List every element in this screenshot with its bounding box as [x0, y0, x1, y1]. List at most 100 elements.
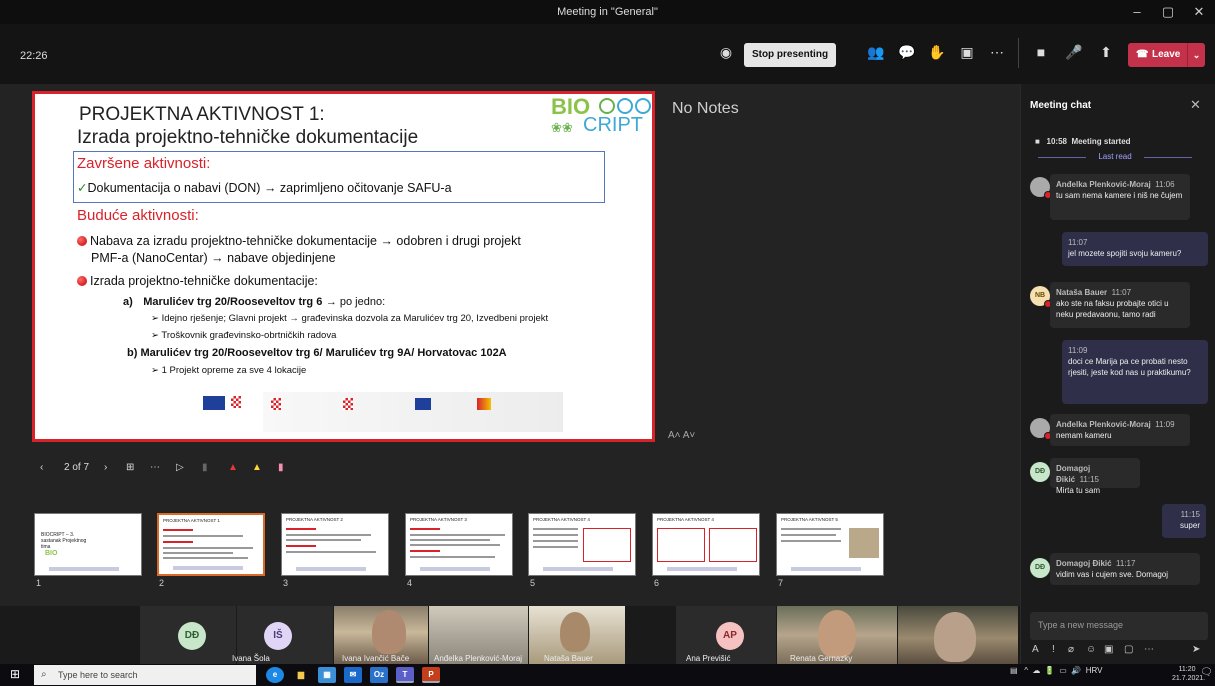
notification-icon[interactable]: 🗨 [1200, 667, 1213, 678]
participants-icon[interactable]: 👥 [864, 40, 888, 64]
slide-title-line2: Izrada projektno-tehničke dokumentacije [77, 127, 419, 148]
reactions-icon[interactable]: ✋ [925, 40, 949, 64]
slide-thumbnail-number: 5 [530, 578, 536, 588]
red-pen-icon[interactable]: ▲ [228, 458, 238, 478]
chat-compose-tools: A ! ⌀ ☺ ▣ ▢ ⋯ ➤ [1030, 644, 1208, 658]
chat-message-own[interactable]: 11:07 jel mozete spojiti svoju kameru? [1062, 232, 1208, 266]
minimize-icon[interactable]: – [1122, 0, 1152, 24]
leave-button[interactable]: ☎ Leave ⌄ [1128, 43, 1205, 67]
file-explorer-icon[interactable]: ▆ [292, 667, 310, 683]
croatia-crest-icon [231, 396, 241, 408]
grid-view-icon[interactable]: ⊞ [126, 458, 134, 478]
gif-icon[interactable]: ▣ [1104, 644, 1113, 655]
person-silhouette [818, 610, 856, 658]
avatar: DĐ [1030, 462, 1050, 482]
close-icon[interactable]: ✕ [1190, 97, 1201, 113]
stop-presenting-button[interactable]: Stop presenting [744, 43, 836, 67]
font-size-controls[interactable]: A˄ A˅ [668, 430, 695, 441]
more-options-icon[interactable]: ⋯ [1144, 644, 1154, 655]
sticker-icon[interactable]: ▢ [1124, 644, 1133, 655]
logo-circle-icon [635, 98, 651, 114]
chat-message[interactable]: Anđelka Plenković-Moraj 11:09 nemam kamer… [1050, 414, 1190, 446]
share-screen-icon[interactable]: ⬆ [1094, 40, 1118, 64]
slide-thumbnail[interactable]: PROJEKTNA AKTIVNOST 4 [528, 513, 636, 576]
microphone-icon[interactable]: 🎤 [1062, 40, 1086, 64]
message-author: Nataša Bauer 11:07 [1056, 288, 1132, 297]
logo-circle-icon [617, 98, 633, 114]
chevron-down-icon[interactable]: ⌄ [1187, 43, 1205, 67]
window-title: Meeting in "General" [557, 6, 658, 18]
logo-circle-icon [599, 98, 615, 114]
participant-name: Nataša Bauer [544, 654, 593, 663]
camera-icon[interactable]: ■ [1029, 40, 1053, 64]
taskbar-search[interactable]: ⌕ Type here to search [34, 665, 256, 685]
slide-thumbnail-selected[interactable]: PROJEKTNA AKTIVNOST 1 [157, 513, 265, 576]
pen-icon[interactable]: ▮ [202, 458, 208, 478]
future-item-1-cont: PMF-a (NanoCentar) → nabave objedinjene [91, 251, 336, 265]
previous-slide-icon[interactable]: ‹ [40, 458, 43, 478]
keyboard-icon: ▤ [1010, 666, 1018, 675]
close-window-icon[interactable]: ✕ [1184, 0, 1214, 24]
more-options-icon[interactable]: ⋯ [150, 458, 160, 478]
emoji-icon[interactable]: ☺ [1086, 644, 1096, 655]
slide-thumbnail[interactable]: PROJEKTNA AKTIVNOST 3 [405, 513, 513, 576]
chat-message[interactable]: Domagoj Đikić 11:15 Mirta tu sam [1050, 458, 1140, 495]
teams-icon[interactable]: T [396, 667, 414, 683]
eu-flag-icon [203, 396, 225, 410]
slide-thumbnail-number: 7 [778, 578, 784, 588]
windows-start-icon[interactable]: ⊞ [10, 667, 20, 681]
important-icon[interactable]: ! [1052, 644, 1055, 655]
next-slide-icon[interactable]: › [104, 458, 107, 478]
check-icon: ✓ [77, 181, 88, 195]
more-actions-icon[interactable]: ⋯ [985, 40, 1009, 64]
eraser-icon[interactable]: ▮ [278, 458, 284, 478]
participant-name: Anđelka Plenković-Moraj [434, 654, 523, 663]
system-tray[interactable]: ▤ ^ ☁ 🔋 ▭ 🔊 HRV [1010, 666, 1102, 675]
format-icon[interactable]: A [1032, 644, 1039, 655]
chat-message-own[interactable]: 11:15 super [1162, 504, 1206, 538]
mail-icon[interactable]: ✉ [344, 667, 362, 683]
chat-message-own[interactable]: 11:09 doci ce Marija pa ce probati nesto … [1062, 340, 1208, 404]
slide-thumbnail-number: 3 [283, 578, 289, 588]
chat-message[interactable]: Domagoj Đikić 11:17 vidim vas i cujem sve… [1050, 553, 1200, 585]
slide-thumbnail[interactable]: BIOCRIPT – 3. sastanak Projektnog tima B… [34, 513, 142, 576]
edge-icon[interactable]: e [266, 667, 284, 683]
slide-thumbnail[interactable]: PROJEKTNA AKTIVNOST 5 [776, 513, 884, 576]
laser-pointer-icon[interactable]: ▷ [176, 458, 184, 478]
person-silhouette [934, 612, 976, 662]
photo-thumbnail [849, 528, 879, 558]
sub-item-b: b) Marulićev trg 20/Rooseveltov trg 6/ M… [127, 347, 507, 359]
slide-thumbnail[interactable]: PROJEKTNA AKTIVNOST 4 [652, 513, 760, 576]
chat-message[interactable]: Anđelka Plenković-Moraj 11:06 tu sam nema… [1050, 174, 1190, 220]
red-bullet-icon [77, 236, 87, 246]
slide-thumbnail[interactable]: PROJEKTNA AKTIVNOST 2 [281, 513, 389, 576]
chat-message[interactable]: Nataša Bauer 11:07 ako ste na faksu proba… [1050, 282, 1190, 328]
person-silhouette [372, 610, 406, 654]
slide-counter: 2 of 7 [64, 462, 90, 473]
rooms-icon[interactable]: ▣ [955, 40, 979, 64]
participant-name: Renata Gernazky [790, 654, 853, 663]
croatia-crest-icon [271, 398, 281, 410]
message-author: Domagoj Đikić 11:17 [1056, 559, 1136, 568]
leave-label: Leave [1152, 49, 1181, 60]
taskbar-clock[interactable]: 11:20 21.7.2021. [1172, 665, 1205, 683]
participant-name: Ivana Ivančić Bače [342, 654, 410, 663]
chat-icon[interactable]: 💬 [895, 40, 919, 64]
maximize-icon[interactable]: ▢ [1153, 0, 1183, 24]
powerpoint-icon[interactable]: P [422, 667, 440, 683]
avatar: DĐ [1030, 558, 1050, 578]
avatar: DĐ [178, 622, 206, 650]
avatar: NB [1030, 286, 1052, 308]
slide-thumbnail-number: 6 [654, 578, 660, 588]
store-icon[interactable]: ▦ [318, 667, 336, 683]
phone-hangup-icon: ☎ [1136, 49, 1149, 60]
chat-message-input[interactable]: Type a new message [1030, 612, 1208, 640]
broadcast-icon[interactable]: ◉ [714, 40, 738, 64]
attach-icon[interactable]: ⌀ [1068, 644, 1074, 655]
highlighter-icon[interactable]: ▲ [252, 458, 262, 478]
outlook-icon[interactable]: Oz [370, 667, 388, 683]
sub-item-a: a) Marulićev trg 20/Rooseveltov trg 6 → … [123, 296, 386, 308]
last-read-divider: Last read [1030, 152, 1200, 161]
croatia-crest-icon [343, 398, 353, 410]
send-icon[interactable]: ➤ [1192, 644, 1200, 655]
